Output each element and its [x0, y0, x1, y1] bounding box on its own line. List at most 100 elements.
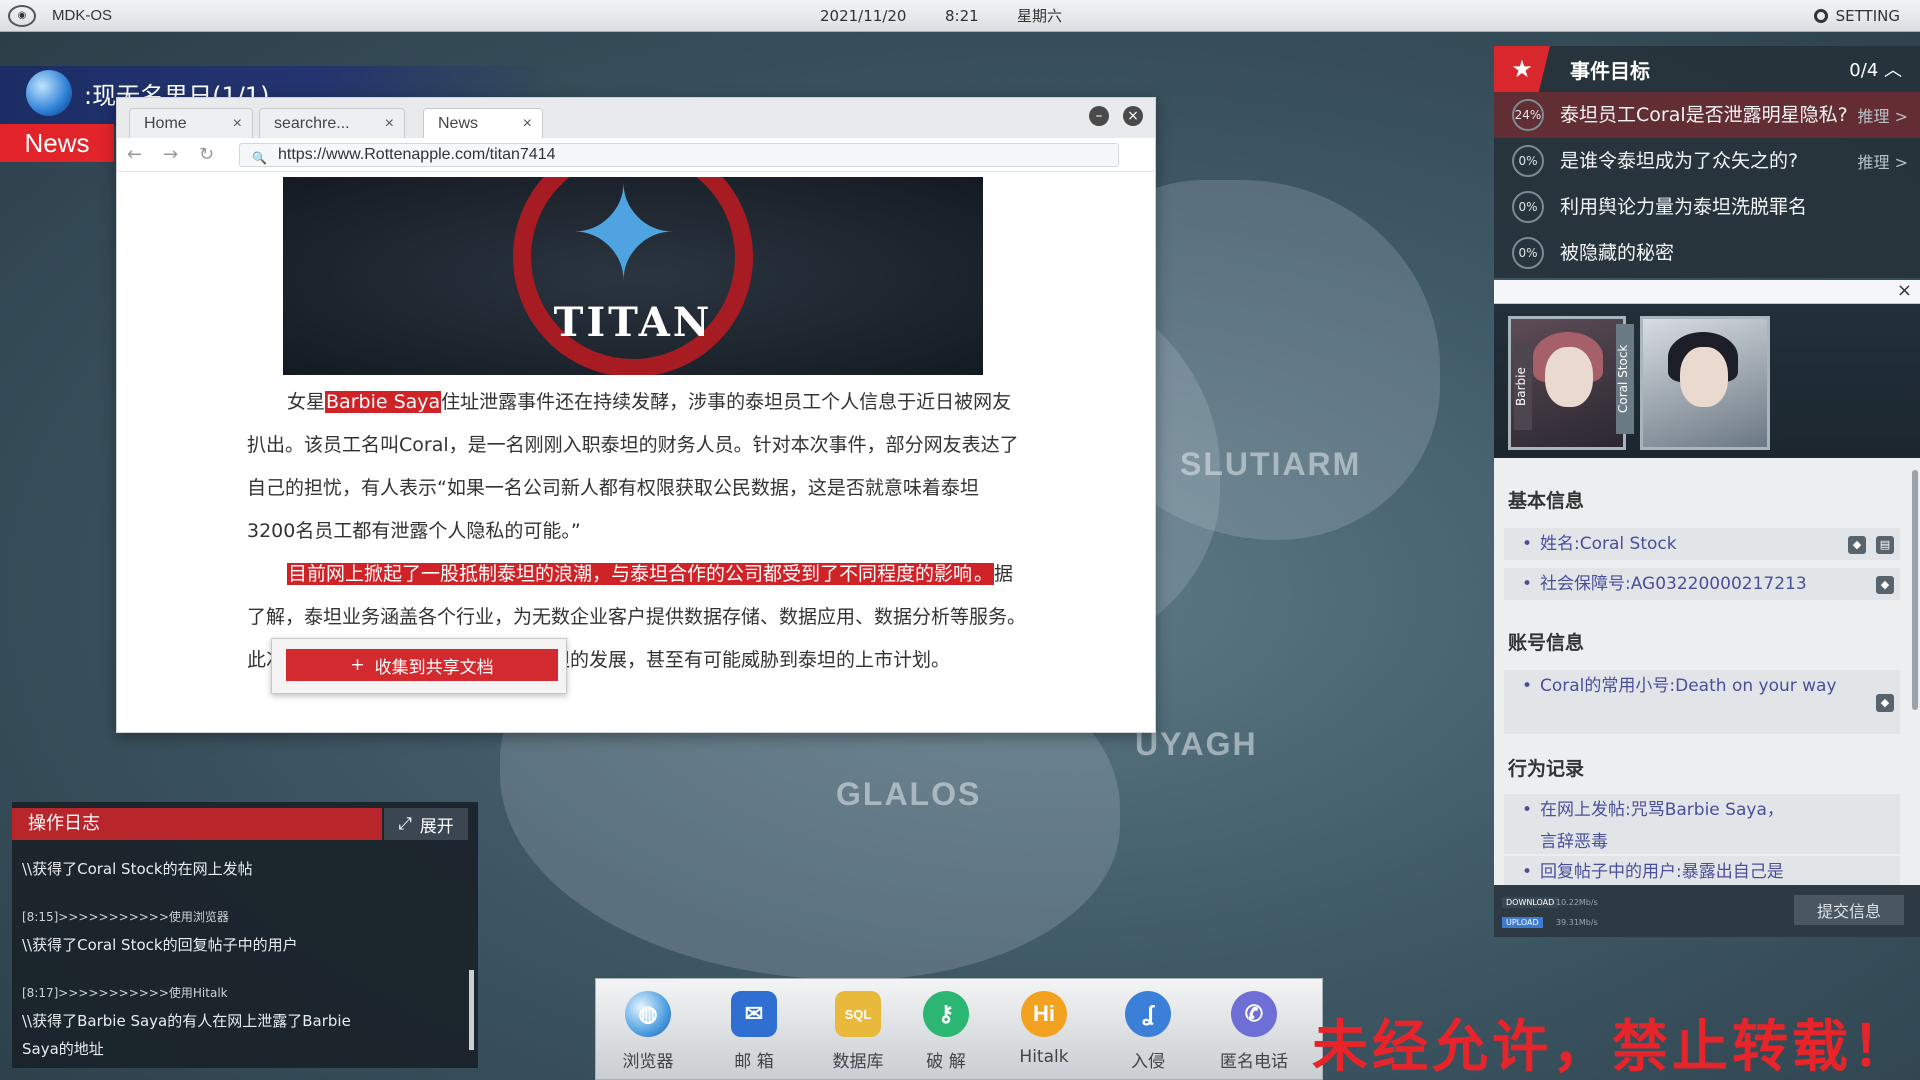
dock-label: 浏览器	[622, 1052, 674, 1072]
tab-news[interactable]: News ×	[423, 108, 543, 138]
objective-text: 利用舆论力量为泰坦洗脱罪名	[1560, 196, 1808, 218]
tab-label: searchre...	[274, 114, 350, 132]
dock-hitalk[interactable]: Hi Hitalk	[1004, 991, 1084, 1067]
event-objective-item[interactable]: 0% 是谁令泰坦成为了众矢之的? 推理 >	[1494, 138, 1920, 184]
card-title-bar: ×	[1494, 280, 1920, 304]
close-icon[interactable]: ×	[523, 115, 532, 133]
upload-speed: 39.31Mb/s	[1556, 918, 1598, 927]
portrait-name-tag: Barbie	[1514, 344, 1532, 430]
close-window-button[interactable]: ×	[1123, 106, 1143, 126]
tab-home[interactable]: Home ×	[129, 108, 253, 138]
event-objective-item[interactable]: 0% 被隐藏的秘密	[1494, 230, 1920, 276]
download-label: DOWNLOAD	[1502, 897, 1559, 908]
forward-icon[interactable]: →	[163, 144, 178, 165]
collect-to-shared-doc-button[interactable]: + 收集到共享文档	[286, 649, 558, 681]
os-logo-icon[interactable]: ◉	[8, 4, 36, 27]
event-objectives-title: 事件目标	[1570, 58, 1650, 83]
upload-label: UPLOAD	[1502, 917, 1543, 928]
portrait-main[interactable]	[1640, 316, 1770, 450]
dock-database[interactable]: SQL 数据库	[818, 991, 898, 1072]
key-icon: ⚷	[923, 991, 969, 1037]
globe-icon	[26, 70, 72, 116]
tab-search-results[interactable]: searchre... ×	[259, 108, 405, 138]
dock-crack[interactable]: ⚷ 破 解	[906, 991, 986, 1072]
article-hero-image: ✦ TITAN	[283, 177, 983, 375]
article-text: 住址泄露事件还在持续发酵，涉事的泰坦员工个人信息于近日被网友扒出。该员工名叫Co…	[247, 391, 1019, 542]
event-objectives-header[interactable]: ★ 事件目标 0/4 ︿	[1494, 46, 1920, 92]
event-objectives-panel: ★ 事件目标 0/4 ︿ 24% 泰坦员工Coral是否泄露明星隐私? 推理 >…	[1494, 46, 1920, 278]
reload-icon[interactable]: ↻	[199, 144, 214, 165]
close-icon[interactable]: ×	[1897, 280, 1912, 301]
star-icon: ★	[1494, 46, 1550, 92]
event-objective-item[interactable]: 24% 泰坦员工Coral是否泄露明星隐私? 推理 >	[1494, 92, 1920, 138]
objective-text: 被隐藏的秘密	[1560, 242, 1675, 264]
deduce-link[interactable]: 推理 >	[1858, 103, 1909, 127]
submit-info-button[interactable]: 提交信息	[1794, 895, 1904, 925]
back-icon[interactable]: ←	[127, 144, 142, 165]
hook-icon: ʆ	[1125, 991, 1171, 1037]
log-entry: \\获得了Coral Stock的在网上发帖	[22, 860, 253, 878]
expand-label: 展开	[419, 816, 454, 837]
card-footer: DOWNLOAD 10.22Mb/s UPLOAD 39.31Mb/s 提交信息	[1494, 885, 1920, 937]
collect-button-label: 收集到共享文档	[374, 657, 494, 678]
article-paragraph: 女星Barbie Saya住址泄露事件还在持续发酵，涉事的泰坦员工个人信息于近日…	[247, 381, 1027, 553]
download-speed: 10.22Mb/s	[1556, 898, 1598, 907]
highlighted-clue[interactable]: 目前网上掀起了一股抵制泰坦的浪潮，与泰坦合作的公司都受到了不同程度的影响	[287, 563, 974, 585]
plus-icon: +	[350, 655, 365, 675]
app-dock: ◍ 浏览器 ✉ 邮 箱 SQL 数据库 ⚷ 破 解 Hi Hitalk ʆ 入侵…	[595, 978, 1323, 1080]
browser-nav-bar: ← → ↻ 🔍 https://www.Rottenapple.com/tita…	[117, 138, 1155, 172]
info-ssn-row[interactable]: 社会保障号:AG03220000217213 ◆	[1504, 568, 1900, 600]
collect-popup: + 收集到共享文档	[271, 638, 567, 694]
phone-icon: ✆	[1231, 991, 1277, 1037]
card-scrollbar[interactable]	[1912, 470, 1918, 710]
close-icon[interactable]: ×	[233, 115, 242, 133]
portrait-face	[1680, 347, 1729, 408]
log-timestamp-entry: [8:15]>>>>>>>>>>>使用浏览器	[22, 910, 229, 924]
objective-text: 是谁令泰坦成为了众矢之的?	[1560, 150, 1799, 172]
document-icon[interactable]: ▤	[1876, 536, 1894, 554]
tab-label: News	[438, 114, 479, 132]
gear-icon	[1813, 8, 1828, 23]
dock-anon-phone[interactable]: ✆ 匿名电话	[1214, 991, 1294, 1072]
log-entry: \\获得了Coral Stock的回复帖子中的用户	[22, 936, 298, 954]
highlighted-clue-end[interactable]: 。	[973, 563, 995, 585]
dock-label: 邮 箱	[734, 1052, 774, 1072]
log-scrollbar[interactable]	[469, 970, 474, 1050]
setting-button[interactable]: SETTING	[1813, 6, 1900, 25]
expand-log-button[interactable]: ⤢ 展开	[384, 808, 468, 840]
browser-tab-strip: Home × searchre... × News × – ×	[117, 98, 1155, 138]
dock-label: 数据库	[832, 1052, 884, 1072]
operation-log-panel: 操作日志 ⤢ 展开 \\获得了Coral Stock的在网上发帖 [8:15]>…	[12, 802, 478, 1068]
minimize-button[interactable]: –	[1089, 106, 1109, 126]
behavior-record-text: 在网上发帖:咒骂Barbie Saya，言辞恶毒	[1540, 800, 1784, 852]
close-icon[interactable]: ×	[385, 115, 394, 133]
deduce-link[interactable]: 推理 >	[1858, 149, 1909, 173]
shield-icon[interactable]: ◆	[1876, 576, 1894, 594]
os-name: MDK-OS	[52, 7, 112, 24]
info-ssn: 社会保障号:AG03220000217213	[1540, 574, 1807, 594]
operation-log-title: 操作日志	[12, 808, 382, 840]
dock-mail[interactable]: ✉ 邮 箱	[714, 991, 794, 1072]
dock-label: 匿名电话	[1220, 1052, 1288, 1072]
dock-browser[interactable]: ◍ 浏览器	[608, 991, 688, 1072]
sql-icon: SQL	[835, 991, 881, 1037]
info-name-row[interactable]: 姓名:Coral Stock ◆ ▤	[1504, 528, 1900, 560]
search-icon: 🔍	[252, 151, 267, 165]
shield-icon[interactable]: ◆	[1876, 694, 1894, 712]
event-objective-item[interactable]: 0% 利用舆论力量为泰坦洗脱罪名	[1494, 184, 1920, 230]
character-info-card: × Barbie Coral Stock 基本信息 姓名:Coral Stock…	[1494, 280, 1920, 937]
shield-icon[interactable]: ◆	[1848, 536, 1866, 554]
portrait-area: Barbie Coral Stock	[1494, 304, 1920, 458]
article-text: 女星	[287, 391, 326, 413]
log-entry: \\获得了Barbie Saya的有人在网上泄露了Barbie	[22, 1012, 351, 1030]
dock-intrude[interactable]: ʆ 入侵	[1108, 991, 1188, 1072]
setting-label: SETTING	[1835, 6, 1900, 25]
expand-icon: ⤢	[398, 814, 412, 834]
globe-icon: ◍	[625, 991, 671, 1037]
url-bar[interactable]: 🔍 https://www.Rottenapple.com/titan7414	[239, 143, 1119, 167]
portrait-face	[1544, 347, 1593, 408]
behavior-record-row[interactable]: 在网上发帖:咒骂Barbie Saya，言辞恶毒	[1504, 794, 1900, 854]
mail-icon: ✉	[731, 991, 777, 1037]
highlighted-clue[interactable]: Barbie Saya	[325, 391, 442, 413]
info-alt-account-row[interactable]: Coral的常用小号:Death on your way ◆	[1504, 670, 1900, 734]
